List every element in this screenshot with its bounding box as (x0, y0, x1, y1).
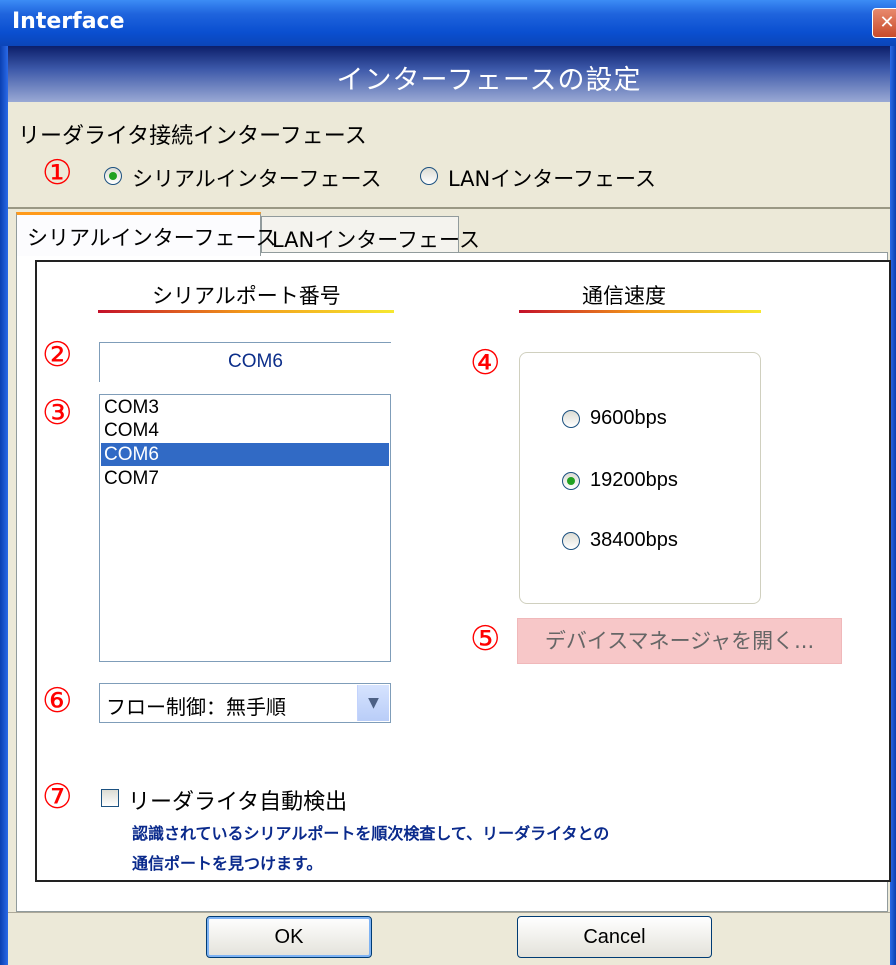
radio-19200-indicator[interactable] (562, 472, 580, 490)
list-item[interactable]: COM4 (101, 419, 389, 442)
speed-header-underline (519, 310, 761, 313)
radio-19200-label[interactable]: 19200bps (590, 469, 678, 492)
marker-4: ④ (470, 343, 501, 383)
marker-5: ⑤ (470, 619, 501, 659)
selected-port-value: COM6 (228, 351, 283, 372)
open-device-manager-button[interactable]: デバイスマネージャを開く... (517, 618, 842, 664)
connection-label: リーダライタ接続インターフェース (18, 124, 367, 149)
marker-7: ⑦ (42, 777, 73, 817)
marker-2: ② (42, 335, 73, 375)
serial-port-header: シリアルポート番号 (152, 284, 341, 308)
radio-lan-label[interactable]: LANインターフェース (448, 163, 656, 193)
selected-port-field: COM6 (99, 342, 391, 382)
ok-button[interactable]: OK (206, 916, 372, 958)
marker-3: ③ (42, 393, 73, 433)
flow-control-value: フロー制御：無手順 (106, 695, 286, 719)
banner-title: インターフェースの設定 (336, 65, 642, 96)
radio-serial-label[interactable]: シリアルインターフェース (132, 163, 381, 193)
button-bar (8, 912, 890, 965)
marker-6: ⑥ (42, 681, 73, 721)
list-item[interactable]: COM3 (101, 396, 389, 419)
chevron-down-icon[interactable]: ▼ (357, 685, 389, 721)
close-icon[interactable]: ✕ (872, 8, 896, 38)
header-banner: インターフェースの設定 (8, 46, 890, 102)
window-title: Interface (12, 9, 125, 34)
cancel-button[interactable]: Cancel (517, 916, 712, 958)
serial-port-header-underline (98, 310, 394, 313)
tab-lan-interface[interactable]: LANインターフェース (261, 216, 480, 256)
flow-control-select[interactable]: フロー制御：無手順 ▼ (99, 683, 391, 723)
port-listbox[interactable]: COM3 COM4 COM6 COM7 (99, 394, 391, 662)
list-item[interactable]: COM7 (101, 467, 389, 490)
radio-38400-indicator[interactable] (562, 532, 580, 550)
radio-38400-label[interactable]: 38400bps (590, 529, 678, 552)
radio-serial-indicator[interactable] (104, 167, 122, 185)
title-bar: Interface ✕ (0, 0, 896, 46)
auto-detect-description-1: 認識されているシリアルポートを順次検査して、リーダライタとの (132, 824, 610, 843)
auto-detect-description-2: 通信ポートを見つけます。 (132, 854, 323, 873)
list-item[interactable]: COM6 (101, 443, 389, 466)
radio-9600-label[interactable]: 9600bps (590, 407, 667, 430)
interface-dialog: Interface ✕ インターフェースの設定 リーダライタ接続インターフェース… (0, 0, 896, 965)
radio-9600-indicator[interactable] (562, 410, 580, 428)
radio-lan-indicator[interactable] (420, 167, 438, 185)
tab-serial-interface[interactable]: シリアルインターフェース (16, 212, 276, 256)
auto-detect-label[interactable]: リーダライタ自動検出 (128, 784, 347, 816)
auto-detect-checkbox-box[interactable] (101, 789, 119, 807)
marker-1: ① (42, 153, 73, 193)
separator (8, 207, 890, 209)
window-border-left (0, 46, 8, 965)
speed-header: 通信速度 (582, 284, 666, 308)
